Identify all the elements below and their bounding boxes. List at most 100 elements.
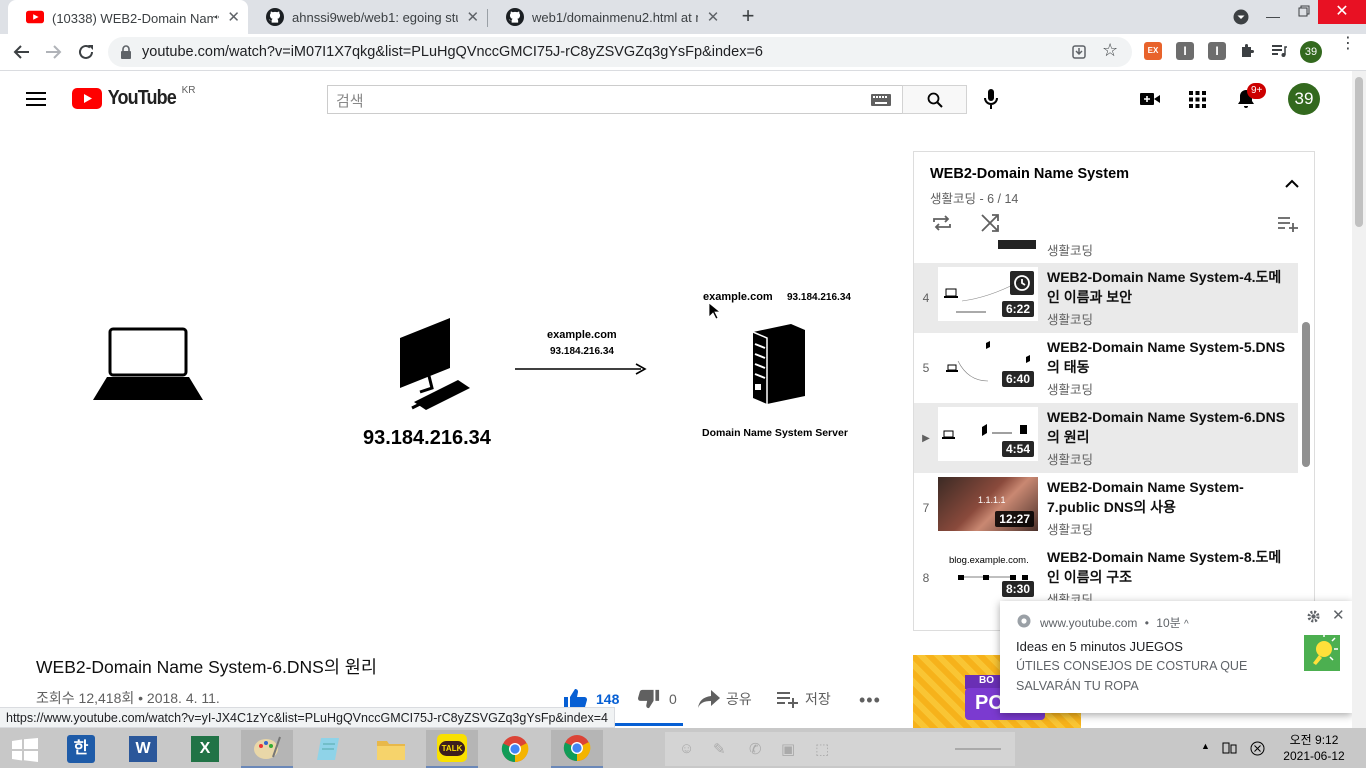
apps-grid-icon[interactable]: [1189, 91, 1206, 108]
volume-muted-icon[interactable]: [1250, 741, 1265, 756]
taskbar-chrome-active-icon[interactable]: [551, 730, 603, 768]
video-player[interactable]: 93.184.216.34 example.com 93.184.216.34 …: [36, 152, 888, 628]
network-icon[interactable]: [1222, 741, 1238, 755]
server-icon: [752, 324, 805, 404]
hamburger-menu-icon[interactable]: [26, 92, 46, 106]
close-tab-icon[interactable]: ✕: [706, 8, 720, 26]
taskbar-paint-icon[interactable]: [241, 730, 293, 768]
youtube-logo[interactable]: YouTube KR: [72, 85, 195, 110]
chrome-notification[interactable]: www.youtube.com • 10분 ^ ✕ Ideas en 5 min…: [1000, 601, 1352, 713]
taskbar-word-icon[interactable]: W: [117, 730, 169, 768]
search-placeholder: 검색: [336, 93, 364, 110]
slider-track[interactable]: [955, 748, 1001, 750]
prev-item-channel: 생활코딩: [1047, 244, 1094, 258]
windows-start-icon[interactable]: [12, 738, 38, 762]
keyboard-icon[interactable]: [871, 94, 891, 106]
calendar-icon[interactable]: ▣: [781, 740, 795, 758]
playlist-item-current[interactable]: ▶ 4:54 WEB2-Domain Name System-6.DNS의 원리…: [914, 403, 1298, 473]
taskbar-chrome-icon[interactable]: [489, 730, 541, 768]
item-thumbnail: blog.example.com. 8:30: [938, 547, 1038, 601]
attach-icon[interactable]: ✎: [713, 740, 726, 758]
new-tab-button[interactable]: +: [737, 5, 759, 27]
reload-icon[interactable]: [77, 43, 95, 61]
notification-line3: SALVARÁN TU ROPA: [1016, 679, 1139, 693]
extension-i-icon[interactable]: I: [1176, 42, 1194, 60]
tab-youtube[interactable]: (10338) WEB2-Domain Name System-6.DNS의 원…: [8, 0, 248, 34]
emoji-icon[interactable]: ☺: [679, 740, 694, 757]
item-duration: 4:54: [1001, 441, 1034, 457]
item-index: 8: [922, 571, 930, 585]
request-arrow-icon: [515, 363, 647, 375]
playlist-item[interactable]: 7 1.1.1.1 12:27 WEB2-Domain Name System-…: [914, 473, 1298, 543]
playlist-add-icon[interactable]: [1278, 216, 1298, 232]
chevron-up-icon[interactable]: ^: [1184, 619, 1189, 630]
notification-close-icon[interactable]: ✕: [1332, 606, 1345, 624]
taskbar-kakaotalk-icon[interactable]: TALK: [426, 730, 478, 768]
search-input[interactable]: 검색: [327, 85, 903, 114]
playlist-items: 생활코딩 4 6:22 WEB2-Domain Name System-4.도메…: [914, 240, 1302, 630]
notification-count-badge: 9+: [1247, 83, 1267, 99]
restore-icon[interactable]: [1298, 5, 1310, 17]
capture-icon[interactable]: ⬚: [815, 740, 829, 758]
extension-i2-icon[interactable]: I: [1208, 42, 1226, 60]
watch-later-icon[interactable]: [1010, 271, 1034, 295]
playlist-item[interactable]: 4 6:22 WEB2-Domain Name System-4.도메인 이름과…: [914, 263, 1298, 333]
minimize-icon[interactable]: —: [1266, 8, 1286, 24]
microphone-icon[interactable]: [984, 88, 998, 110]
taskbar-hangul-icon[interactable]: 한: [55, 730, 107, 768]
profile-avatar[interactable]: 39: [1300, 41, 1322, 63]
playlist-title[interactable]: WEB2-Domain Name System: [930, 166, 1129, 182]
dislike-button[interactable]: 0: [638, 688, 677, 710]
thumbs-up-icon: [564, 689, 587, 709]
loop-icon[interactable]: [932, 215, 952, 231]
tab-search-icon[interactable]: [1233, 9, 1249, 25]
youtube-play-logo-icon: [72, 88, 102, 109]
extensions-puzzle-icon[interactable]: [1239, 43, 1255, 59]
taskbar-tray-tools: ☺ ✎ ✆ ▣ ⬚: [665, 732, 1015, 766]
taskbar-clock[interactable]: 오전 9:12 2021-06-12: [1272, 732, 1356, 764]
speaker-icon[interactable]: [214, 11, 219, 23]
item-title: WEB2-Domain Name System-6.DNS의 원리: [1047, 409, 1286, 445]
item-thumbnail: 4:54: [938, 407, 1038, 461]
shuffle-icon[interactable]: [981, 214, 999, 232]
tab-title: ahnssi9web/web1: egoing study: [292, 9, 458, 25]
taskbar-notes-icon[interactable]: [303, 730, 355, 768]
lock-icon[interactable]: [120, 45, 132, 59]
playlist-item[interactable]: 5 6:40 WEB2-Domain Name System-5.DNS의 태동…: [914, 333, 1298, 403]
page-scrollbar-thumb[interactable]: [1355, 77, 1363, 227]
page-scrollbar[interactable]: [1352, 71, 1366, 728]
address-bar[interactable]: youtube.com/watch?v=iM07I1X7qkg&list=PLu…: [108, 37, 1132, 67]
close-tab-icon[interactable]: ✕: [466, 8, 480, 26]
phone-icon[interactable]: ✆: [749, 740, 762, 758]
more-actions-icon[interactable]: •••: [859, 690, 881, 711]
bookmark-star-icon[interactable]: ☆: [1102, 40, 1118, 61]
extension-ex-icon[interactable]: EX: [1144, 42, 1162, 60]
dislike-count: 0: [669, 691, 677, 707]
search-button[interactable]: [902, 85, 967, 114]
save-button[interactable]: 저장: [777, 688, 831, 710]
share-button[interactable]: 공유: [698, 688, 752, 710]
notification-settings-gear-icon[interactable]: [1307, 610, 1320, 623]
media-control-icon[interactable]: [1271, 43, 1287, 59]
desktop-computer-icon: [400, 318, 470, 410]
install-app-icon[interactable]: [1071, 44, 1087, 60]
taskbar-explorer-icon[interactable]: [365, 730, 417, 768]
browser-toolbar: youtube.com/watch?v=iM07I1X7qkg&list=PLu…: [0, 34, 1366, 71]
account-avatar[interactable]: 39: [1288, 83, 1320, 115]
playlist-scrollbar[interactable]: [1302, 322, 1310, 467]
tab-github-repo[interactable]: ahnssi9web/web1: egoing study ✕: [248, 0, 488, 34]
back-arrow-icon[interactable]: [12, 44, 30, 60]
close-tab-icon[interactable]: ✕: [227, 8, 240, 26]
chevron-up-icon[interactable]: [1285, 179, 1299, 188]
chrome-menu-icon[interactable]: ⋮: [1340, 36, 1356, 52]
tray-chevron-up-icon[interactable]: ▲: [1201, 741, 1210, 751]
taskbar-excel-icon[interactable]: X: [179, 730, 231, 768]
tab-github-file[interactable]: web1/domainmenu2.html at main ✕: [488, 0, 728, 34]
window-close-button[interactable]: ✕: [1318, 0, 1366, 24]
forward-arrow-icon[interactable]: [45, 44, 63, 60]
notification-header: www.youtube.com • 10분 ^: [1040, 616, 1189, 630]
item-channel: 생활코딩: [1047, 313, 1094, 327]
create-video-icon[interactable]: [1140, 92, 1160, 106]
laptop-icon: [93, 327, 203, 400]
notification-age: 10분: [1156, 616, 1181, 630]
